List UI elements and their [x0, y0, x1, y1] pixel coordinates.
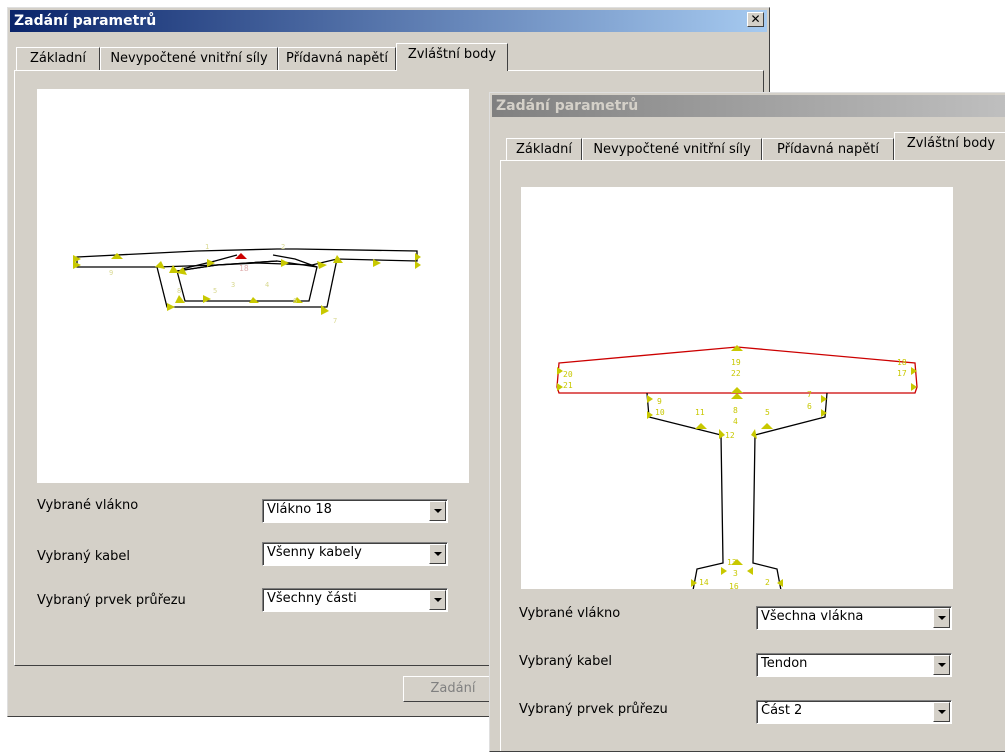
ok-button[interactable]: Zadání: [403, 676, 503, 702]
fiber-select-value: Všechna vlákna: [761, 609, 864, 624]
point-label-6: 6: [807, 402, 812, 411]
point-label-3: 3: [231, 281, 235, 289]
close-icon: ✕: [750, 12, 761, 26]
tab-zakladni[interactable]: Základní: [16, 47, 100, 71]
point-label-8: 8: [733, 406, 738, 415]
tab-label: Základní: [29, 51, 87, 66]
window-title: Zadání parametrů: [14, 13, 157, 29]
point-label-2: 2: [765, 578, 770, 587]
box-girder-section: 18 1 2 3 4 5 6 7 8 9: [73, 243, 421, 325]
point-label-1: 1: [205, 243, 209, 251]
fiber-select-value: Vlákno 18: [267, 502, 332, 517]
point-label-14: 14: [699, 578, 709, 587]
point-label-20: 20: [563, 370, 573, 379]
tab-pridavna-napeti[interactable]: Přídavná napětí: [762, 138, 894, 162]
cable-select[interactable]: Všenny kabely: [262, 542, 448, 566]
point-label-7: 7: [807, 390, 812, 399]
part-label: Vybraný prvek průřezu: [519, 702, 668, 717]
tab-label: Nevypočtené vnitřní síly: [593, 142, 751, 157]
point-label-22: 22: [731, 369, 741, 378]
tab-pridavna-napeti[interactable]: Přídavná napětí: [278, 47, 396, 71]
point-label-3: 3: [733, 569, 738, 578]
selected-point-marker: [235, 253, 247, 259]
cable-select-value: Tendon: [761, 656, 808, 671]
point-label-5: 5: [765, 408, 770, 417]
tab-zvlastni-body[interactable]: Zvláštní body: [894, 132, 1005, 160]
point-label-13: 13: [727, 558, 737, 567]
t-beam-section: 20 21 19 22 18 17 9 10 11 8 4 5 7 6 12 1…: [556, 345, 918, 603]
point-label-9: 9: [109, 269, 113, 277]
fiber-select[interactable]: Vlákno 18: [262, 499, 448, 523]
point-label-4: 4: [733, 417, 738, 426]
point-label-17: 17: [897, 369, 907, 378]
tab-label: Nevypočtené vnitřní síly: [110, 51, 268, 66]
cable-label: Vybraný kabel: [519, 654, 612, 669]
part-select[interactable]: Všechny části: [262, 588, 448, 612]
dialog-window-front: Zadání parametrů Základní Nevypočtené vn…: [489, 92, 1005, 752]
close-button[interactable]: ✕: [747, 12, 764, 27]
window-title: Zadání parametrů: [496, 98, 639, 114]
part-select[interactable]: Část 2: [756, 700, 952, 724]
point-label-6: 6: [293, 297, 297, 305]
fiber-label: Vybrané vlákno: [519, 606, 621, 621]
point-label-8: 8: [177, 287, 181, 295]
point-label-16: 16: [729, 582, 739, 589]
tab-label: Základní: [515, 142, 573, 157]
part-label: Vybraný prvek průřezu: [37, 593, 186, 608]
tab-label: Zvláštní body: [407, 47, 497, 62]
selected-point-label: 18: [239, 264, 249, 273]
ok-button-label: Zadání: [430, 681, 476, 696]
chevron-down-icon[interactable]: [429, 544, 446, 564]
chevron-down-icon[interactable]: [429, 590, 446, 610]
point-label-19: 19: [731, 358, 741, 367]
chevron-down-icon[interactable]: [933, 655, 950, 675]
point-label-9: 9: [657, 397, 662, 406]
cable-select[interactable]: Tendon: [756, 653, 952, 677]
tab-zakladni[interactable]: Základní: [506, 138, 582, 162]
point-label-21: 21: [563, 381, 573, 390]
point-label-4: 4: [265, 281, 269, 289]
chevron-down-icon[interactable]: [933, 702, 950, 722]
fiber-select[interactable]: Všechna vlákna: [756, 606, 952, 630]
cable-select-value: Všenny kabely: [267, 545, 362, 560]
cross-section-canvas[interactable]: 18 1 2 3 4 5 6 7 8 9: [37, 89, 469, 483]
part-select-value: Všechny části: [267, 591, 357, 606]
chevron-down-icon[interactable]: [429, 501, 446, 521]
tab-label: Zvláštní body: [906, 136, 996, 151]
point-label-18: 18: [897, 358, 907, 367]
point-label-10: 10: [655, 408, 665, 417]
fiber-label: Vybrané vlákno: [37, 498, 139, 513]
point-label-12: 12: [725, 431, 735, 440]
tab-nevypoctene-sily[interactable]: Nevypočtené vnitřní síly: [582, 138, 762, 162]
title-bar[interactable]: Zadání parametrů ✕: [10, 10, 767, 32]
part-select-value: Část 2: [761, 703, 803, 718]
title-bar[interactable]: Zadání parametrů: [492, 95, 1005, 117]
tab-label: Přídavná napětí: [286, 51, 388, 66]
point-label-11: 11: [695, 408, 705, 417]
point-label-5: 5: [213, 287, 217, 295]
tab-zvlastni-body[interactable]: Zvláštní body: [396, 43, 508, 71]
chevron-down-icon[interactable]: [933, 608, 950, 628]
point-label-2: 2: [281, 243, 285, 251]
tab-label: Přídavná napětí: [777, 142, 879, 157]
cross-section-canvas[interactable]: 20 21 19 22 18 17 9 10 11 8 4 5 7 6 12 1…: [521, 187, 953, 603]
point-label-7: 7: [333, 317, 337, 325]
tab-nevypoctene-sily[interactable]: Nevypočtené vnitřní síly: [100, 47, 278, 71]
cable-label: Vybraný kabel: [37, 549, 130, 564]
